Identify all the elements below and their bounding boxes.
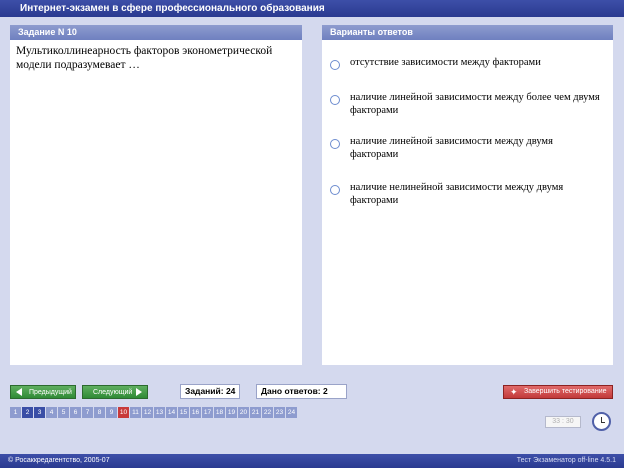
page-number-18[interactable]: 18 — [214, 407, 225, 418]
page-number-19[interactable]: 19 — [226, 407, 237, 418]
previous-button[interactable]: Предыдущий — [10, 385, 76, 399]
version-text: Тест Экзаменатор off-line 4.5.1 — [516, 457, 616, 464]
tasks-count: Заданий: 24 — [180, 384, 240, 399]
page-number-20[interactable]: 20 — [238, 407, 249, 418]
page-number-12[interactable]: 12 — [142, 407, 153, 418]
window-title: Интернет-экзамен в сфере профессионально… — [0, 0, 624, 17]
answer-option-4[interactable]: наличие нелинейной зависимости между дву… — [330, 177, 600, 207]
status-bar: © Росаккредагентство, 2005-07 Тест Экзам… — [0, 454, 624, 468]
answers-panel: Варианты ответов отсутствие зависимости … — [322, 25, 613, 365]
page-number-23[interactable]: 23 — [274, 407, 285, 418]
page-number-6[interactable]: 6 — [70, 407, 81, 418]
page-number-17[interactable]: 17 — [202, 407, 213, 418]
answered-count: Дано ответов: 2 — [256, 384, 347, 399]
previous-button-label: Предыдущий — [29, 389, 72, 396]
page-number-9[interactable]: 9 — [106, 407, 117, 418]
running-man-icon: ✦ — [510, 387, 518, 397]
answer-text: наличие линейной зависимости между двумя… — [350, 136, 553, 160]
answer-option-3[interactable]: наличие линейной зависимости между двумя… — [330, 131, 600, 161]
question-header: Задание N 10 — [10, 25, 302, 40]
page-number-3[interactable]: 3 — [34, 407, 45, 418]
page-number-5[interactable]: 5 — [58, 407, 69, 418]
copyright-text: © Росаккредагентство, 2005-07 — [8, 457, 110, 464]
question-panel: Задание N 10 Мультиколлинеарность фактор… — [10, 25, 302, 365]
answer-text: наличие линейной зависимости между более… — [350, 92, 600, 116]
page-number-13[interactable]: 13 — [154, 407, 165, 418]
page-number-22[interactable]: 22 — [262, 407, 273, 418]
page-number-15[interactable]: 15 — [178, 407, 189, 418]
answer-option-2[interactable]: наличие линейной зависимости между более… — [330, 87, 600, 117]
page-number-11[interactable]: 11 — [130, 407, 141, 418]
finish-test-button[interactable]: ✦ Завершить тестирование — [503, 385, 613, 399]
page-navigator: 1 2 3 4 5 6 7 8 9 10 11 12 13 14 15 16 17 18 19 20 21 22 23 24 — [10, 407, 298, 418]
page-number-24[interactable]: 24 — [286, 407, 297, 418]
radio-button[interactable] — [330, 139, 340, 149]
next-button[interactable]: Следующий — [82, 385, 148, 399]
page-number-16[interactable]: 16 — [190, 407, 201, 418]
page-number-7[interactable]: 7 — [82, 407, 93, 418]
page-number-4[interactable]: 4 — [46, 407, 57, 418]
page-number-1[interactable]: 1 — [10, 407, 21, 418]
radio-button[interactable] — [330, 60, 340, 70]
radio-button[interactable] — [330, 95, 340, 105]
page-number-14[interactable]: 14 — [166, 407, 177, 418]
page-number-8[interactable]: 8 — [94, 407, 105, 418]
answer-text: наличие нелинейной зависимости между дву… — [350, 182, 564, 206]
answers-header: Варианты ответов — [322, 25, 613, 40]
clock-icon — [592, 412, 611, 431]
question-text: Мультиколлинеарность факторов эконометри… — [16, 45, 273, 71]
timer-display: 33 : 30 — [545, 416, 581, 428]
page-number-21[interactable]: 21 — [250, 407, 261, 418]
finish-button-label: Завершить тестирование — [524, 388, 607, 395]
answer-text: отсутствие зависимости между факторами — [350, 57, 541, 68]
page-number-10[interactable]: 10 — [118, 407, 129, 418]
triangle-right-icon — [136, 388, 142, 396]
page-number-2[interactable]: 2 — [22, 407, 33, 418]
triangle-left-icon — [16, 388, 22, 396]
next-button-label: Следующий — [93, 389, 133, 396]
answer-option-1[interactable]: отсутствие зависимости между факторами — [330, 52, 600, 70]
radio-button[interactable] — [330, 185, 340, 195]
